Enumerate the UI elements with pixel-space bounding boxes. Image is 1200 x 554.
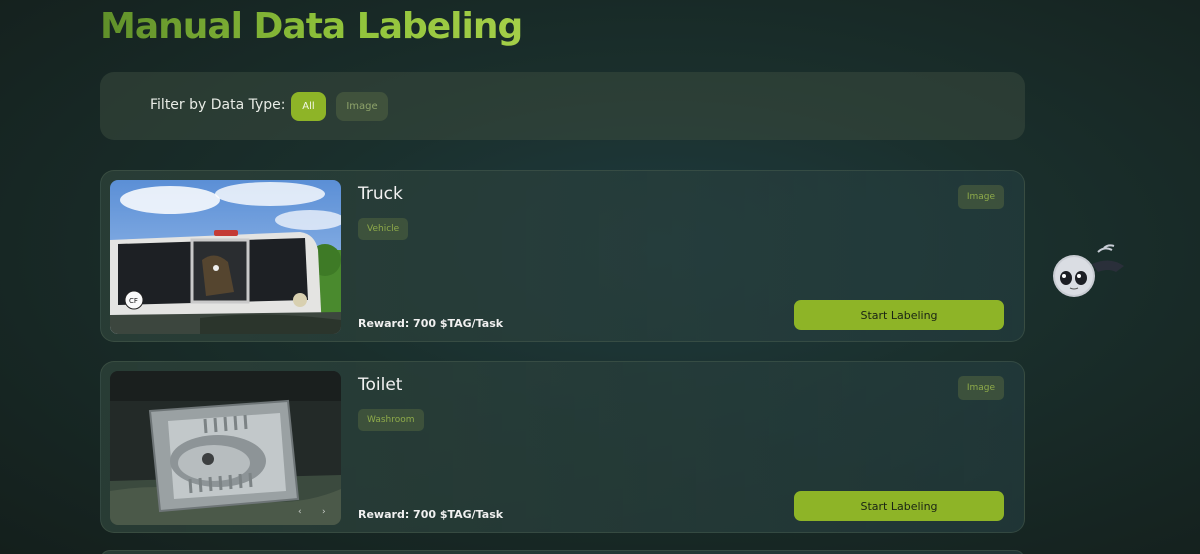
task-title: Toilet [358, 375, 403, 395]
task-card-toilet: ‹ › Toilet Washroom Image Reward: 700 $T… [100, 361, 1025, 533]
task-card-partial [100, 550, 1025, 554]
task-thumbnail-truck: CF [110, 180, 341, 334]
filter-bar: Filter by Data Type: All Image [100, 72, 1025, 140]
filter-chip-image[interactable]: Image [336, 92, 388, 121]
page-title: Manual Data Labeling [100, 6, 523, 47]
task-title: Truck [358, 184, 403, 204]
filter-chip-all[interactable]: All [291, 92, 326, 121]
task-thumbnail-toilet: ‹ › [110, 371, 341, 525]
reward-text: Reward: 700 $TAG/Task [358, 317, 504, 330]
svg-text:CF: CF [129, 297, 138, 305]
start-labeling-button[interactable]: Start Labeling [794, 491, 1004, 521]
filter-label: Filter by Data Type: [150, 97, 286, 113]
alien-mascot-icon[interactable] [1048, 242, 1130, 306]
category-tag: Vehicle [358, 218, 409, 240]
start-labeling-button[interactable]: Start Labeling [794, 300, 1004, 330]
data-type-badge: Image [957, 376, 1004, 400]
task-card-truck: CF Truck Vehicle Image Reward: 700 $TAG/… [100, 170, 1025, 342]
squat-toilet-photo-icon [110, 371, 341, 525]
carousel-prev-icon[interactable]: ‹ [298, 507, 302, 517]
carousel-next-icon[interactable]: › [322, 507, 326, 517]
category-tag: Washroom [358, 409, 424, 431]
reward-text: Reward: 700 $TAG/Task [358, 508, 504, 521]
truck-photo-icon: CF [110, 180, 341, 334]
data-type-badge: Image [957, 185, 1004, 209]
